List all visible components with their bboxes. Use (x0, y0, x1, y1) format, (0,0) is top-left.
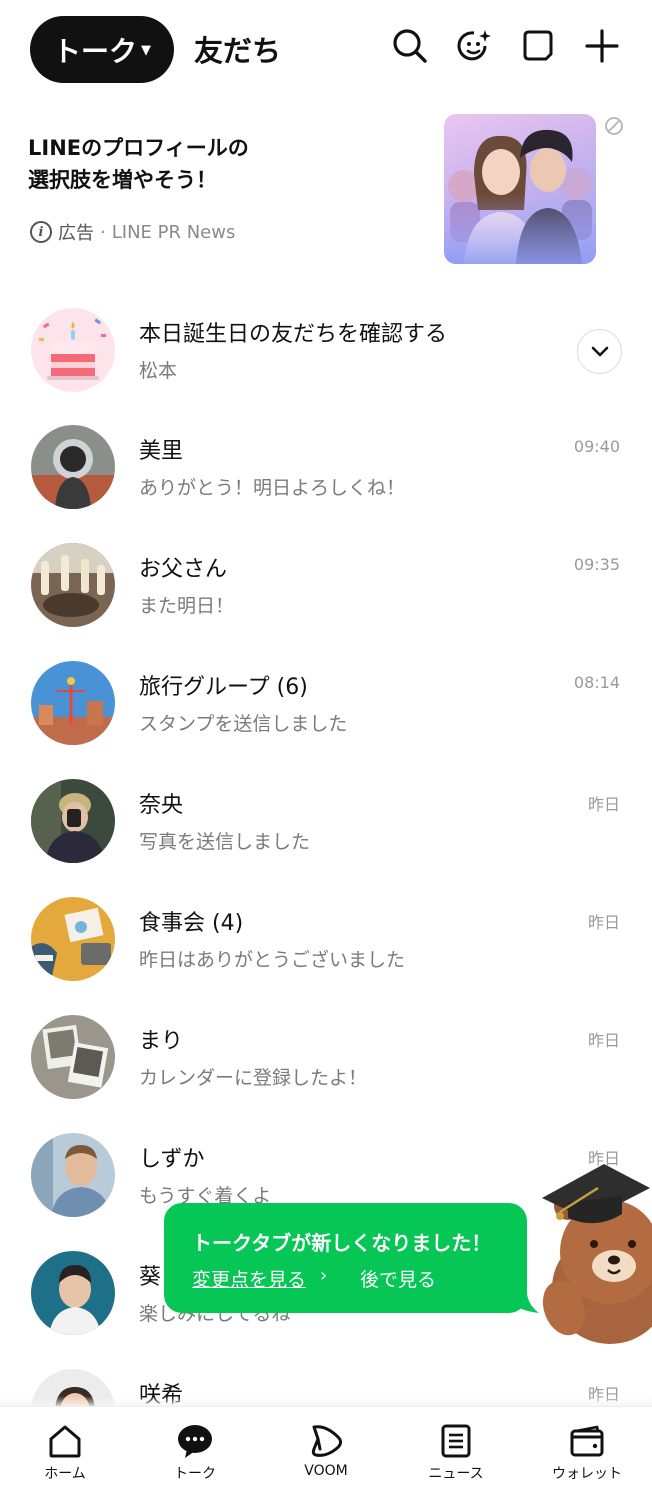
avatar (31, 661, 115, 745)
avatar (31, 543, 115, 627)
avatar (31, 1133, 115, 1217)
chat-row[interactable]: 食事会 (4) 昨日はありがとうございました 昨日 (0, 877, 652, 995)
birthday-cake-icon (31, 308, 115, 392)
nav-label: ニュース (428, 1466, 484, 1482)
voom-icon (311, 1425, 343, 1457)
ad-title-line1: LINEのプロフィールの (28, 136, 249, 160)
chat-name: 食事会 (4) (139, 911, 244, 936)
tooltip-title: トークタブが新しくなりました！ (192, 1231, 492, 1255)
ad-image[interactable] (444, 114, 596, 264)
chat-time: 昨日 (587, 913, 620, 932)
ad-source: LINE PR News (111, 221, 236, 243)
chat-time: 昨日 (587, 1031, 620, 1050)
bottom-nav: ホーム トーク VOOM ニュース ウォレット (0, 1406, 652, 1507)
chat-row[interactable]: まり カレンダーに登録したよ！ 昨日 (0, 995, 652, 1113)
ad-title-line2: 選択肢を増やそう！ (28, 168, 217, 192)
chat-time: 09:40 (573, 437, 620, 456)
chat-name: 旅行グループ (6) (139, 675, 308, 700)
chat-icon (178, 1425, 212, 1458)
avatar (31, 897, 115, 981)
chat-message: カレンダーに登録したよ！ (139, 1067, 368, 1089)
info-icon[interactable]: i (30, 221, 52, 243)
chevron-right-icon: › (320, 1265, 328, 1286)
chat-message: また明日！ (139, 595, 235, 617)
birthday-subtitle: 松本 (139, 360, 178, 382)
nav-news[interactable]: ニュース (391, 1407, 521, 1507)
hide-ad-icon[interactable] (604, 116, 624, 136)
nav-label: ウォレット (552, 1466, 622, 1482)
avatar (31, 425, 115, 509)
chat-row[interactable]: 美里 ありがとう！明日よろしくね！ 09:40 (0, 405, 652, 523)
nav-wallet[interactable]: ウォレット (522, 1407, 652, 1507)
ad-meta: i 広告 · LINE PR News (30, 219, 235, 245)
ad-label: 広告 (58, 223, 94, 244)
later-button[interactable]: 後で見る (360, 1265, 436, 1292)
tooltip-new-tab: トークタブが新しくなりました！ 変更点を見る › 後で見る (164, 1203, 527, 1313)
chat-time: 08:14 (573, 673, 620, 692)
ad-separator: · (100, 221, 106, 243)
chat-name: 美里 (139, 439, 184, 464)
chat-row[interactable]: お父さん また明日！ 09:35 (0, 523, 652, 641)
chat-message: 昨日はありがとうございました (139, 949, 406, 971)
chat-name: 葵 (139, 1265, 162, 1290)
chat-message: 写真を送信しました (139, 831, 311, 853)
caret-down-icon: ▼ (141, 43, 151, 58)
new-chat-icon[interactable] (519, 27, 557, 65)
chat-name: まり (139, 1029, 184, 1054)
chat-message: スタンプを送信しました (139, 713, 348, 735)
expand-button[interactable] (577, 329, 622, 374)
nav-talk[interactable]: トーク (130, 1407, 260, 1507)
home-icon (49, 1425, 81, 1458)
nav-label: ホーム (44, 1466, 86, 1482)
search-icon[interactable] (391, 27, 429, 65)
face-sparkle-icon[interactable] (455, 27, 493, 65)
tab-friends[interactable]: 友だち (194, 28, 281, 70)
header: トーク ▼ 友だち (0, 0, 652, 100)
plus-icon[interactable] (583, 27, 621, 65)
ad-banner[interactable]: LINEのプロフィールの 選択肢を増やそう！ i 広告 · LINE PR Ne… (0, 100, 652, 280)
tab-talk[interactable]: トーク ▼ (30, 16, 174, 83)
nav-label: トーク (174, 1466, 216, 1482)
wallet-icon (570, 1425, 604, 1457)
chat-name: しずか (139, 1147, 205, 1172)
news-icon (441, 1424, 471, 1458)
avatar (31, 1251, 115, 1335)
avatar (31, 779, 115, 863)
chat-time: 09:35 (573, 555, 620, 574)
nav-label: VOOM (304, 1463, 348, 1479)
chat-message: ありがとう！明日よろしくね！ (139, 477, 406, 499)
ad-title: LINEのプロフィールの 選択肢を増やそう！ (28, 132, 408, 196)
chat-row[interactable]: 奈央 写真を送信しました 昨日 (0, 759, 652, 877)
chat-row[interactable]: 旅行グループ (6) スタンプを送信しました 08:14 (0, 641, 652, 759)
chevron-down-icon (591, 346, 608, 356)
brown-bear-mascot (542, 1164, 652, 1344)
view-changes-link[interactable]: 変更点を見る (192, 1265, 306, 1292)
tab-talk-label: トーク (52, 34, 137, 68)
chat-name: お父さん (139, 557, 228, 582)
nav-home[interactable]: ホーム (0, 1407, 130, 1507)
chat-time: 昨日 (587, 795, 620, 814)
chat-name: 奈央 (139, 793, 184, 818)
birthday-row[interactable]: 本日誕生日の友だちを確認する 松本 (0, 288, 652, 406)
nav-voom[interactable]: VOOM (261, 1407, 391, 1507)
avatar (31, 1015, 115, 1099)
birthday-title: 本日誕生日の友だちを確認する (139, 322, 448, 347)
